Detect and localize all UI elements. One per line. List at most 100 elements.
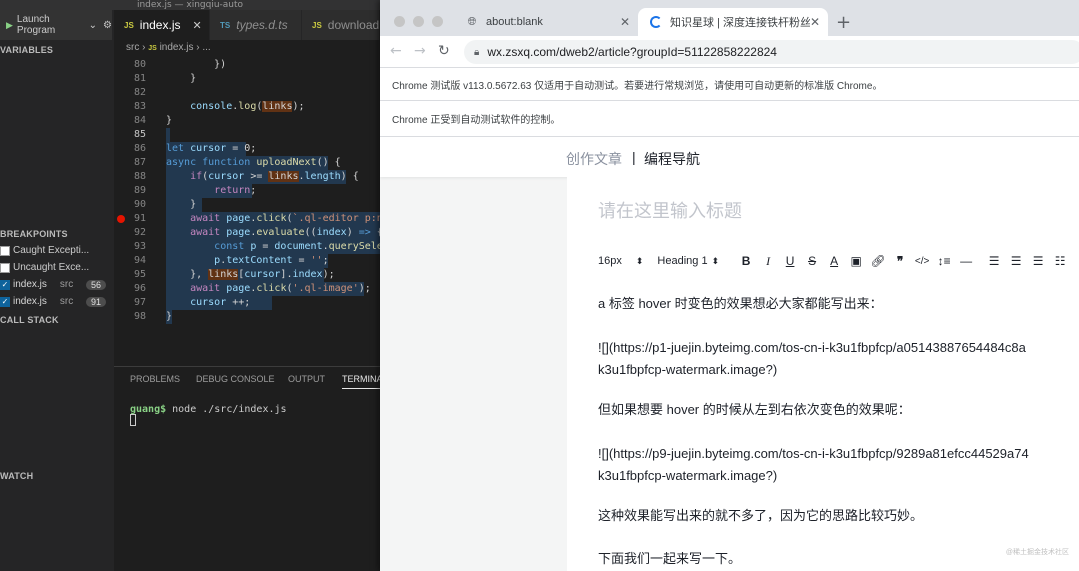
terminal-output[interactable]: guang$ node ./src/index.js [130,404,287,415]
code-line[interactable]: 86 let cursor = 0; [114,142,380,156]
code-line[interactable]: 87 async function uploadNext() { [114,156,380,170]
breakpoint-index-js-91[interactable]: ✓ index.js src 91 [0,293,114,310]
zoom-window-button[interactable] [432,16,443,27]
article-editor[interactable]: 请在这里输入标题 16px ⬍ Heading 1 ⬍ B I U S A ▣ 🔗︎… [567,177,1079,571]
infobar-text: Chrome 测试版 v113.0.5672.63 仅适用于自动测试。若要进行常… [392,81,883,92]
watch-section-title[interactable]: WATCH [0,471,33,481]
browser-tab-zsxq[interactable]: 知识星球 | 深度连接铁杆粉丝, 运 ✕ [638,8,828,36]
tab-output[interactable]: OUTPUT [288,374,325,384]
code-line[interactable]: 98} [114,310,380,324]
checkbox[interactable] [0,245,10,256]
checkbox[interactable] [0,262,10,273]
line-number: 96 [133,283,146,294]
code-line[interactable]: 89 return; [114,184,380,198]
breakpoint-caught-exceptions[interactable]: Caught Excepti... [0,242,114,259]
heading-select[interactable]: Heading 1 ⬍ [657,255,719,267]
underline-icon[interactable]: U [779,254,801,268]
breadcrumb-group-name[interactable]: 编程导航 [644,149,700,169]
breadcrumb-file[interactable]: index.js [160,42,194,53]
checkbox-checked[interactable]: ✓ [0,279,10,290]
breadcrumb-folder[interactable]: src [126,42,139,53]
breadcrumb-symbol[interactable]: ... [202,42,210,53]
paragraph[interactable]: ![](https://p9-juejin.byteimg.com/tos-cn… [598,443,1029,465]
code-line[interactable]: 95 }, links[cursor].index); [114,268,380,282]
paragraph[interactable]: 但如果想要 hover 的时候从左到右依次变色的效果呢： [598,399,911,421]
minimize-window-button[interactable] [413,16,424,27]
code-line[interactable]: 96 await page.click('.ql-image'); [114,282,380,296]
code-line[interactable]: 97 cursor ++; [114,296,380,310]
align-center-icon[interactable]: ☰ [1005,254,1027,268]
address-bar[interactable]: 🔒︎ wx.zsxq.com/dweb2/article?groupId=511… [464,40,1079,64]
variables-section-title[interactable]: VARIABLES [0,45,53,55]
close-icon[interactable]: ✕ [810,15,820,29]
breakpoint-index-js-56[interactable]: ✓ index.js src 56 [0,276,114,293]
web-page: 创作文章 | 编程导航 请在这里输入标题 16px ⬍ Heading 1 ⬍ B … [380,137,1079,571]
tab-problems[interactable]: PROBLEMS [130,374,180,384]
line-number: 87 [133,157,146,168]
line-number: 85 [133,129,146,140]
reload-icon[interactable]: ↻ [438,43,450,59]
horizontal-rule-icon[interactable]: — [955,254,977,268]
code-line[interactable]: 91 await page.click(`.ql-editor p:nth [114,212,380,226]
strikethrough-icon[interactable]: S [801,254,823,268]
launch-config-select[interactable]: ▶ Launch Program ⌄ ⚙ [0,10,112,40]
ordered-list-icon[interactable]: ☷ [1049,254,1071,268]
link-icon[interactable]: 🔗︎ [867,254,889,268]
align-right-icon[interactable]: ☰ [1027,254,1049,268]
tab-index-js[interactable]: JS index.js ✕ [114,10,210,40]
checkbox-checked[interactable]: ✓ [0,296,10,307]
paragraph[interactable]: 这种效果能写出来的就不多了，因为它的思路比较巧妙。 [598,505,923,527]
code-line[interactable]: 82 [114,86,380,100]
new-tab-button[interactable]: + [836,14,851,32]
code-line[interactable]: 94 p.textContent = ''; [114,254,380,268]
paragraph[interactable]: 下面我们一起来写一下。 [598,548,741,570]
js-file-icon: JS [312,20,322,30]
code-editor[interactable]: src › JS index.js › ... 80 }) 81 } 82 83… [114,40,380,366]
code-line[interactable]: 84} [114,114,380,128]
code-line[interactable]: 90 } [114,198,380,212]
breadcrumb-create-article[interactable]: 创作文章 [566,149,622,169]
gear-icon[interactable]: ⚙ [103,20,112,31]
js-file-icon: JS [148,45,157,52]
code-line[interactable]: 83 console.log(links); [114,100,380,114]
browser-tab-about-blank[interactable]: 🌐︎ about:blank ✕ [454,8,638,36]
paragraph[interactable]: ![](https://p1-juejin.byteimg.com/tos-cn… [598,337,1026,359]
close-window-button[interactable] [394,16,405,27]
paragraph[interactable]: k3u1fbpfcp-watermark.image?) [598,465,777,487]
code-line[interactable]: 85 [114,128,380,142]
close-icon[interactable]: ✕ [192,19,201,32]
breakpoints-section-title[interactable]: BREAKPOINTS [0,229,68,239]
back-arrow-icon[interactable]: ← [390,43,402,59]
watermark: @稀土掘金技术社区 [1005,549,1069,556]
italic-icon[interactable]: I [757,254,779,269]
text-color-icon[interactable]: A [823,254,845,268]
code-line[interactable]: 93 const p = document.querySelect [114,240,380,254]
align-left-icon[interactable]: ☰ [983,254,1005,268]
code-text: await page.click('.ql-image'); [190,283,371,294]
forward-arrow-icon[interactable]: → [414,43,426,59]
tab-debug-console[interactable]: DEBUG CONSOLE [196,374,275,384]
call-stack-section-title[interactable]: CALL STACK [0,315,59,325]
title-input[interactable]: 请在这里输入标题 [598,197,742,223]
quote-icon[interactable]: ❞ [889,254,911,268]
line-number: 88 [133,171,146,182]
code-line[interactable]: 80 }) [114,58,380,72]
image-icon[interactable]: ▣ [845,254,867,268]
breakpoint-uncaught-exceptions[interactable]: Uncaught Exce... [0,259,114,276]
paragraph[interactable]: k3u1fbpfcp-watermark.image?) [598,359,777,381]
code-line[interactable]: 88 if(cursor >= links.length) { [114,170,380,184]
bold-icon[interactable]: B [735,254,757,268]
code-icon[interactable]: </> [911,256,933,267]
code-line[interactable]: 92 await page.evaluate((index) => { [114,226,380,240]
lock-icon[interactable]: 🔒︎ [474,47,479,58]
close-icon[interactable]: ✕ [620,15,630,29]
infobar-automation: Chrome 正受到自动测试软件的控制。 [380,101,1079,137]
line-height-icon[interactable]: ↕≡ [933,254,955,268]
tab-types-d-ts[interactable]: TS types.d.ts [210,10,302,40]
tab-download-js[interactable]: JS download.js [302,10,391,40]
font-size-select[interactable]: 16px ⬍ [598,255,643,267]
terminal-command: node ./src/index.js [166,404,287,415]
paragraph[interactable]: a 标签 hover 时变色的效果想必大家都能写出来： [598,293,883,315]
code-line[interactable]: 81 } [114,72,380,86]
breakpoint-line-badge: 56 [85,279,106,290]
